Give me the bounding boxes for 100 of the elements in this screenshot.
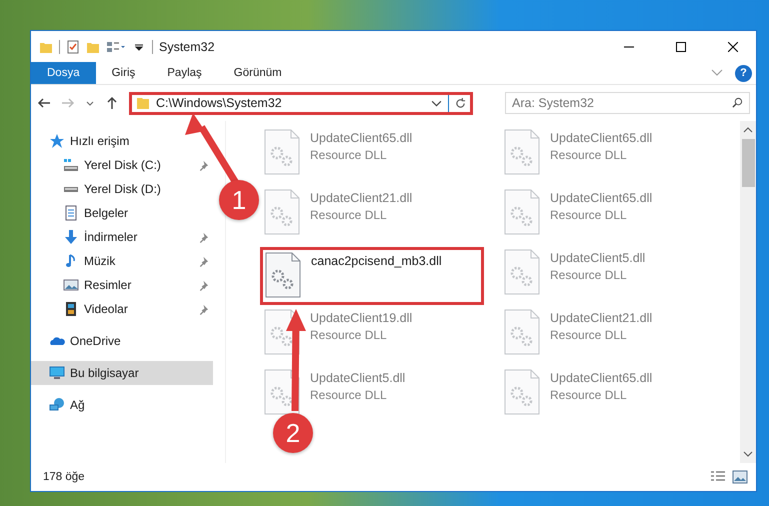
sidebar-item[interactable]: Bu bilgisayar (31, 361, 213, 385)
file-item[interactable]: UpdateClient21.dll Resource DLL (500, 307, 724, 357)
minimize-icon (624, 46, 634, 48)
sidebar-item-label: Resimler (84, 278, 132, 292)
address-bar[interactable]: C:\Windows\System32 (129, 92, 473, 114)
scrollbar-thumb[interactable] (742, 139, 754, 187)
film-icon (63, 301, 79, 317)
sidebar-item-label: Hızlı erişim (70, 134, 130, 148)
sidebar-item[interactable]: Yerel Disk (C:) (31, 153, 213, 177)
monitor-icon (49, 365, 65, 381)
file-item[interactable]: canac2pcisend_mb3.dll (260, 247, 484, 305)
item-count: 178 öğe (43, 471, 85, 483)
sidebar-item[interactable]: Belgeler (31, 201, 213, 225)
back-arrow-icon[interactable] (37, 96, 51, 110)
file-name: UpdateClient5.dll (310, 371, 406, 385)
view-list-icon[interactable] (106, 40, 126, 54)
file-type: Resource DLL (550, 268, 628, 282)
large-icons-view-icon[interactable] (732, 470, 748, 484)
file-name: UpdateClient65.dll (550, 371, 652, 385)
search-icon (732, 97, 743, 108)
file-type: Resource DLL (310, 388, 388, 402)
sidebar-item-label: Bu bilgisayar (70, 366, 140, 380)
help-button[interactable]: ? (735, 64, 752, 82)
pin-icon[interactable] (198, 232, 209, 242)
star-icon (49, 133, 65, 149)
close-icon (728, 42, 738, 52)
file-type: Resource DLL (550, 208, 628, 222)
picture-icon (63, 277, 79, 293)
sidebar-item[interactable]: Yerel Disk (D:) (31, 177, 213, 201)
file-name: canac2pcisend_mb3.dll (311, 254, 442, 268)
sidebar-item[interactable]: Videolar (31, 297, 213, 321)
search-field[interactable]: Ara: System32 (505, 92, 750, 114)
ribbon-tab[interactable]: Görünüm (218, 62, 298, 84)
file-type: Resource DLL (310, 328, 388, 342)
scroll-up-icon[interactable] (743, 126, 753, 134)
gear-file-icon (264, 369, 300, 415)
file-type: Resource DLL (550, 148, 628, 162)
file-name: UpdateClient21.dll (310, 191, 412, 205)
step-number-badge: 1 (219, 180, 259, 220)
ribbon-tab[interactable]: Paylaş (151, 62, 218, 84)
file-item[interactable]: UpdateClient65.dll Resource DLL (500, 127, 724, 177)
gear-file-icon (504, 249, 540, 295)
sidebar-item[interactable]: Ağ (31, 393, 213, 417)
sidebar-item-label: Videolar (84, 302, 129, 316)
gear-file-icon (264, 189, 300, 235)
pin-icon[interactable] (198, 160, 209, 170)
network-icon (49, 397, 65, 413)
step-number-badge: 2 (273, 413, 313, 453)
refresh-icon[interactable] (455, 98, 466, 108)
gear-file-icon (504, 309, 540, 355)
ribbon-tab[interactable]: Dosya (31, 62, 96, 84)
pin-icon[interactable] (198, 304, 209, 314)
file-name: UpdateClient5.dll (550, 251, 646, 265)
scroll-down-icon[interactable] (743, 450, 753, 458)
file-name: UpdateClient21.dll (550, 311, 652, 325)
folder-icon (136, 96, 150, 110)
file-type: Resource DLL (310, 208, 388, 222)
gear-file-icon (504, 129, 540, 175)
file-name: UpdateClient19.dll (310, 311, 412, 325)
file-name: UpdateClient65.dll (550, 131, 652, 145)
pin-icon[interactable] (198, 280, 209, 290)
drive-icon (63, 186, 79, 192)
document-icon (63, 205, 79, 221)
file-item[interactable]: UpdateClient65.dll Resource DLL (500, 187, 724, 237)
drive-icon (63, 157, 79, 173)
up-arrow-icon[interactable] (105, 96, 119, 110)
expand-ribbon-chevron-icon[interactable] (711, 69, 723, 77)
sidebar-item[interactable]: İndirmeler (31, 225, 213, 249)
sidebar-item-label: Ağ (70, 398, 86, 412)
ribbon-tab[interactable]: Giriş (96, 62, 152, 84)
file-item[interactable]: UpdateClient65.dll Resource DLL (260, 127, 484, 177)
gear-file-icon (504, 369, 540, 415)
pin-icon[interactable] (198, 256, 209, 266)
sidebar-item-label: Yerel Disk (C:) (84, 158, 162, 172)
sidebar-item-label: İndirmeler (84, 230, 138, 244)
file-type: Resource DLL (310, 148, 388, 162)
sidebar-item-label: OneDrive (70, 334, 122, 348)
sidebar-item-label: Belgeler (84, 206, 130, 220)
gear-file-icon (264, 129, 300, 175)
file-item[interactable]: UpdateClient21.dll Resource DLL (260, 187, 484, 237)
properties-checkmark-icon[interactable] (66, 40, 80, 54)
download-arrow-icon (63, 229, 79, 245)
file-name: UpdateClient65.dll (310, 131, 412, 145)
file-type: Resource DLL (550, 388, 628, 402)
vertical-scrollbar[interactable] (740, 121, 756, 463)
file-type: Resource DLL (550, 328, 628, 342)
sidebar-item[interactable]: Resimler (31, 273, 213, 297)
sidebar-item[interactable]: Müzik (31, 249, 213, 273)
sidebar-item-label: Müzik (84, 254, 116, 268)
sidebar-item[interactable]: Hızlı erişim (31, 129, 213, 153)
file-item[interactable]: UpdateClient65.dll Resource DLL (500, 367, 724, 417)
file-item[interactable]: UpdateClient5.dll Resource DLL (500, 247, 724, 297)
maximize-icon (676, 42, 686, 52)
gear-file-icon (265, 252, 301, 298)
file-name: UpdateClient65.dll (550, 191, 652, 205)
gear-file-icon (504, 189, 540, 235)
sidebar-item-label: Yerel Disk (D:) (84, 182, 162, 196)
sidebar-item[interactable]: OneDrive (31, 329, 213, 353)
window-title: System32 (159, 40, 215, 54)
address-path: C:\Windows\System32 (156, 96, 283, 110)
